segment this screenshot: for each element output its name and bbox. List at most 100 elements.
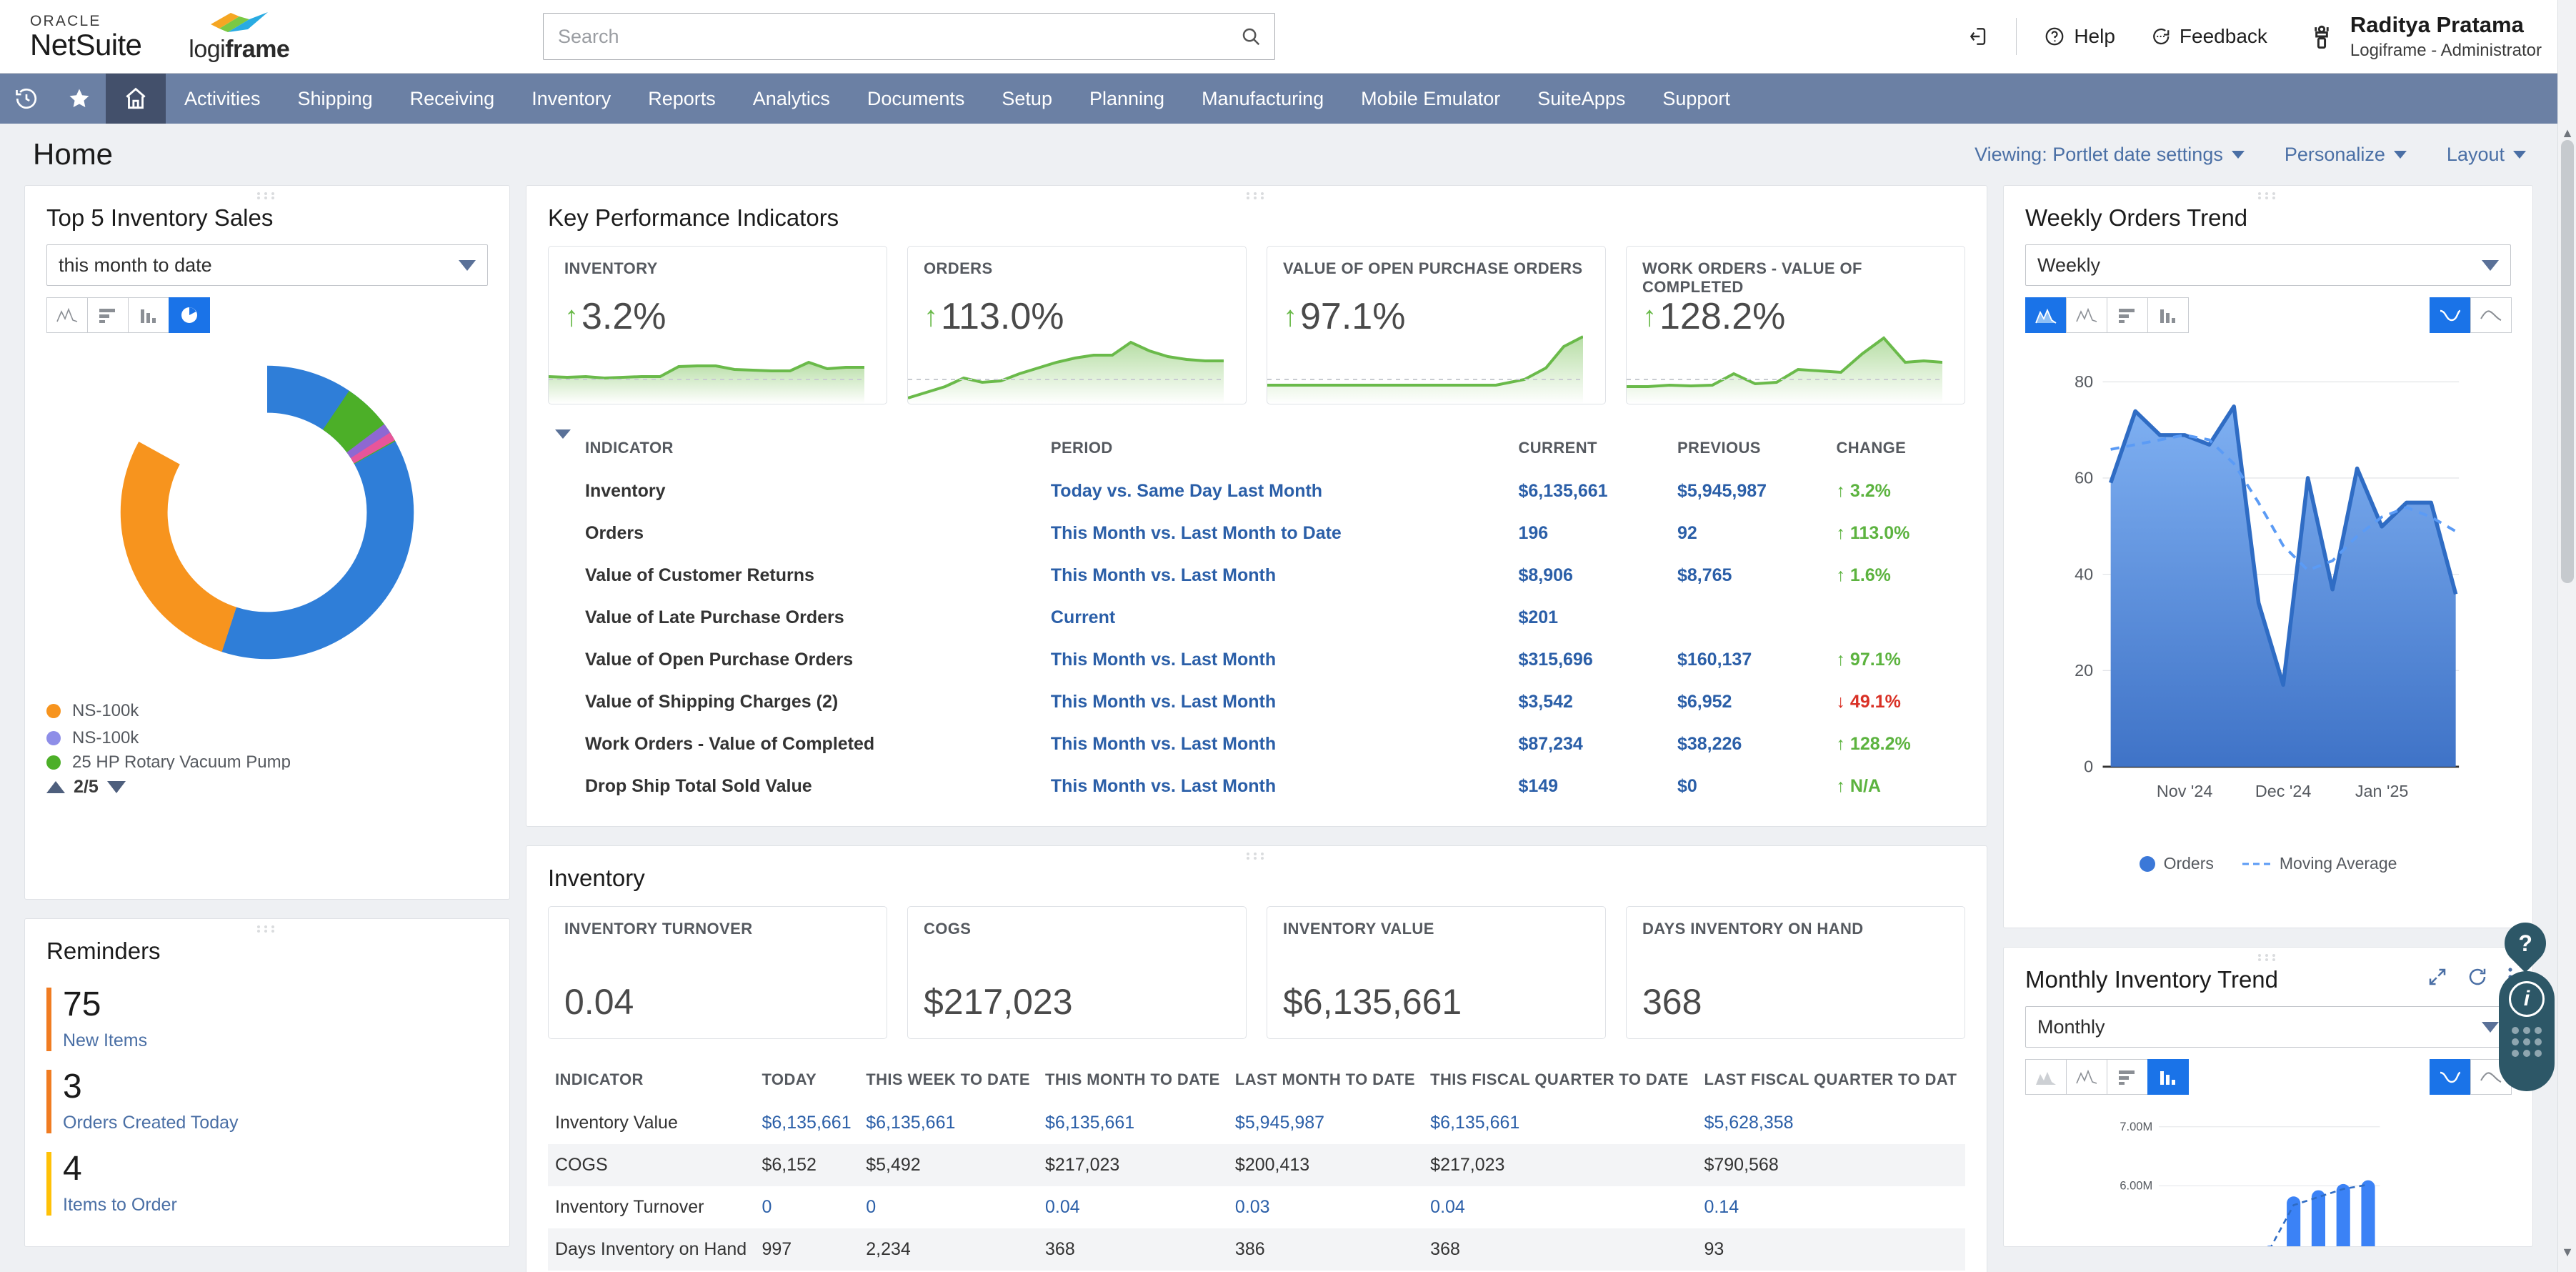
nav-item-receiving[interactable]: Receiving xyxy=(391,74,514,124)
cell-previous[interactable]: $38,226 xyxy=(1670,723,1829,765)
table-row[interactable]: Inventory Turnover 0 0 0.04 0.03 0.04 0.14 xyxy=(548,1186,1965,1228)
curve-flat[interactable] xyxy=(2470,297,2512,333)
inventory-kpi-card[interactable]: COGS $217,023 xyxy=(907,906,1247,1039)
table-row[interactable]: COGS $6,152 $5,492 $217,023 $200,413 $217,02… xyxy=(548,1144,1965,1186)
drag-handle[interactable] xyxy=(2256,192,2280,202)
col-1[interactable]: TODAY xyxy=(754,1055,859,1102)
table-row[interactable]: Work Orders - Value of Completed This Mo… xyxy=(548,723,1965,765)
col-period[interactable]: PERIOD xyxy=(1044,423,1512,470)
period-select[interactable]: this month to date xyxy=(46,244,488,286)
col-current[interactable]: CURRENT xyxy=(1511,423,1670,470)
cell-previous[interactable]: $6,952 xyxy=(1670,681,1829,723)
cell-period[interactable]: This Month vs. Last Month to Date xyxy=(1044,512,1512,555)
legend-item-orders[interactable]: Orders xyxy=(2139,854,2214,873)
drag-handle[interactable] xyxy=(255,925,279,935)
col-4[interactable]: LAST MONTH TO DATE xyxy=(1228,1055,1423,1102)
cell-indicator[interactable]: Value of Customer Returns xyxy=(578,555,1044,597)
cell-period[interactable]: This Month vs. Last Month xyxy=(1044,723,1512,765)
global-search[interactable] xyxy=(543,13,1275,60)
cell-previous[interactable]: $0 xyxy=(1670,765,1829,808)
cell-previous[interactable]: $8,765 xyxy=(1670,555,1829,597)
legend-item[interactable]: 25 HP Rotary Vacuum Pump xyxy=(46,755,488,770)
nav-item-setup[interactable]: Setup xyxy=(983,74,1071,124)
chart-type-line[interactable] xyxy=(2066,297,2107,333)
cell-value[interactable]: 0 xyxy=(859,1186,1038,1228)
weekly-period-select[interactable]: Weekly xyxy=(2025,244,2511,286)
cell-current[interactable]: 196 xyxy=(1511,512,1670,555)
nav-item-inventory[interactable]: Inventory xyxy=(513,74,629,124)
sort-caret-icon[interactable] xyxy=(555,429,571,457)
nav-item-analytics[interactable]: Analytics xyxy=(734,74,849,124)
cell-current[interactable]: $149 xyxy=(1511,765,1670,808)
table-row[interactable]: Value of Open Purchase Orders This Month… xyxy=(548,639,1965,681)
col-5[interactable]: THIS FISCAL QUARTER TO DATE xyxy=(1423,1055,1697,1102)
cell-value[interactable]: 0.03 xyxy=(1228,1186,1423,1228)
legend-pager[interactable]: 2/5 xyxy=(46,777,488,798)
col-2[interactable]: THIS WEEK TO DATE xyxy=(859,1055,1038,1102)
kpi-card[interactable]: VALUE OF OPEN PURCHASE ORDERS ↑ 97.1% xyxy=(1267,246,1606,404)
donut-chart[interactable] xyxy=(46,344,488,680)
nav-item-support[interactable]: Support xyxy=(1644,74,1749,124)
cell-indicator[interactable]: Drop Ship Total Sold Value xyxy=(578,765,1044,808)
chart-type-hbar[interactable] xyxy=(2107,297,2148,333)
reminder-label[interactable]: Orders Created Today xyxy=(63,1113,239,1133)
kpi-card[interactable]: WORK ORDERS - VALUE OF COMPLETED ↑ 128.2% xyxy=(1626,246,1965,404)
cell-period[interactable]: This Month vs. Last Month xyxy=(1044,639,1512,681)
cell-indicator[interactable]: Value of Open Purchase Orders xyxy=(578,639,1044,681)
inventory-kpi-card[interactable]: INVENTORY VALUE $6,135,661 xyxy=(1267,906,1606,1039)
cell-value[interactable]: $5,945,987 xyxy=(1228,1102,1423,1144)
chart-type-column[interactable] xyxy=(2147,297,2189,333)
sign-in-icon[interactable] xyxy=(1952,25,2006,48)
chart-type-pie[interactable] xyxy=(169,297,210,333)
cell-current[interactable]: $315,696 xyxy=(1511,639,1670,681)
chart-type-column[interactable] xyxy=(2147,1059,2189,1095)
nav-item-reports[interactable]: Reports xyxy=(629,74,734,124)
col-6[interactable]: LAST FISCAL QUARTER TO DAT xyxy=(1697,1055,1965,1102)
table-row[interactable]: Drop Ship Total Sold Value This Month vs… xyxy=(548,765,1965,808)
home-icon[interactable] xyxy=(106,74,166,124)
reminder-item[interactable]: 75 New Items xyxy=(46,988,488,1051)
inventory-kpi-card[interactable]: DAYS INVENTORY ON HAND 368 xyxy=(1626,906,1965,1039)
cell-value[interactable]: 0.14 xyxy=(1697,1186,1965,1228)
table-row[interactable]: Days Inventory on Hand 997 2,234 368 386 368… xyxy=(548,1228,1965,1271)
cell-current[interactable]: $8,906 xyxy=(1511,555,1670,597)
cell-indicator[interactable]: Work Orders - Value of Completed xyxy=(578,723,1044,765)
cell-value[interactable]: 0.04 xyxy=(1423,1186,1697,1228)
legend-item[interactable]: NS-100k xyxy=(46,701,488,721)
app-grid-icon[interactable] xyxy=(2509,1027,2545,1057)
user-menu[interactable]: Raditya Pratama Logiframe - Administrato… xyxy=(2306,11,2542,61)
help-link[interactable]: Help xyxy=(2027,25,2132,48)
cell-value[interactable]: $6,135,661 xyxy=(859,1102,1038,1144)
reminder-label[interactable]: Items to Order xyxy=(63,1195,177,1216)
reminder-label[interactable]: New Items xyxy=(63,1030,147,1051)
feedback-link[interactable]: Feedback xyxy=(2132,25,2285,48)
chart-type-line[interactable] xyxy=(2066,1059,2107,1095)
reminder-item[interactable]: 3 Orders Created Today xyxy=(46,1070,488,1133)
refresh-icon[interactable] xyxy=(2467,966,2488,988)
drag-handle[interactable] xyxy=(255,192,279,202)
nav-item-planning[interactable]: Planning xyxy=(1071,74,1183,124)
nav-item-activities[interactable]: Activities xyxy=(166,74,279,124)
cell-previous[interactable]: $160,137 xyxy=(1670,639,1829,681)
cell-current[interactable]: $87,234 xyxy=(1511,723,1670,765)
cell-previous[interactable]: $5,945,987 xyxy=(1670,470,1829,512)
cell-value[interactable]: $5,628,358 xyxy=(1697,1102,1965,1144)
search-icon[interactable] xyxy=(1240,26,1262,47)
col-0[interactable]: INDICATOR xyxy=(548,1055,754,1102)
nav-item-shipping[interactable]: Shipping xyxy=(279,74,391,124)
table-row[interactable]: Inventory Value $6,135,661 $6,135,661 $6,1… xyxy=(548,1102,1965,1144)
support-fab[interactable]: i xyxy=(2499,971,2555,1091)
nav-item-suiteapps[interactable]: SuiteApps xyxy=(1519,74,1644,124)
page-down-icon[interactable] xyxy=(106,781,126,793)
chart-type-hbar[interactable] xyxy=(87,297,129,333)
cell-value[interactable]: $6,135,661 xyxy=(1423,1102,1697,1144)
monthly-inventory-chart[interactable]: 7.00M 6.00M xyxy=(2025,1112,2511,1247)
inventory-kpi-card[interactable]: INVENTORY TURNOVER 0.04 xyxy=(548,906,887,1039)
nav-item-mobile-emulator[interactable]: Mobile Emulator xyxy=(1342,74,1519,124)
cell-value[interactable]: 0 xyxy=(754,1186,859,1228)
oracle-netsuite-logo[interactable]: ORACLE NetSuite xyxy=(30,14,142,60)
kpi-card[interactable]: INVENTORY ↑ 3.2% xyxy=(548,246,887,404)
table-row[interactable]: Value of Customer Returns This Month vs.… xyxy=(548,555,1965,597)
page-scroll-thumb[interactable] xyxy=(2561,140,2574,583)
legend-item-moving-average[interactable]: Moving Average xyxy=(2242,854,2397,873)
